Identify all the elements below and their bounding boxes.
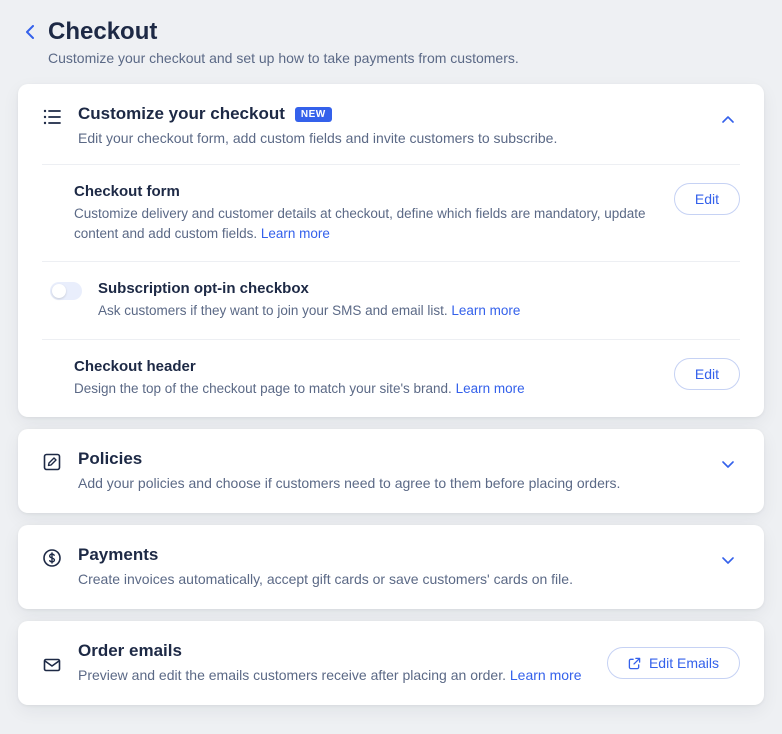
dollar-circle-icon (42, 548, 62, 568)
row-checkout-form: Checkout form Customize delivery and cus… (18, 165, 764, 261)
chevron-up-icon (716, 108, 740, 132)
card-title: Policies (78, 449, 142, 469)
edit-checkout-form-button[interactable]: Edit (674, 183, 740, 215)
page-title: Checkout (48, 18, 764, 46)
card-header-policies[interactable]: Policies Add your policies and choose if… (18, 429, 764, 513)
row-desc: Customize delivery and customer details … (74, 204, 658, 243)
row-desc: Design the top of the checkout page to m… (74, 379, 658, 399)
chevron-down-icon (716, 453, 740, 477)
learn-more-link[interactable]: Learn more (451, 303, 520, 318)
card-order-emails: Order emails Preview and edit the emails… (18, 621, 764, 705)
card-desc: Create invoices automatically, accept gi… (78, 569, 700, 589)
learn-more-link[interactable]: Learn more (510, 667, 582, 683)
row-checkout-header: Checkout header Design the top of the ch… (18, 340, 764, 417)
card-policies: Policies Add your policies and choose if… (18, 429, 764, 513)
edit-emails-button[interactable]: Edit Emails (607, 647, 740, 679)
page-header-text: Checkout Customize your checkout and set… (48, 18, 764, 66)
chevron-down-icon (716, 549, 740, 573)
row-subscription-optin: Subscription opt-in checkbox Ask custome… (18, 262, 764, 339)
learn-more-link[interactable]: Learn more (261, 226, 330, 241)
page-subtitle: Customize your checkout and set up how t… (48, 50, 764, 66)
row-title: Checkout header (74, 358, 658, 375)
checkout-settings-page: Checkout Customize your checkout and set… (0, 0, 782, 734)
edit-checkout-header-button[interactable]: Edit (674, 358, 740, 390)
learn-more-link[interactable]: Learn more (456, 381, 525, 396)
card-header-order-emails: Order emails Preview and edit the emails… (18, 621, 764, 705)
new-badge: NEW (295, 107, 332, 122)
row-desc: Ask customers if they want to join your … (98, 301, 740, 321)
list-icon (42, 107, 62, 127)
chevron-left-icon (26, 25, 34, 39)
card-title: Customize your checkout (78, 104, 285, 124)
card-payments: Payments Create invoices automatically, … (18, 525, 764, 609)
mail-icon (42, 655, 62, 675)
subscription-toggle[interactable] (50, 282, 82, 300)
card-desc: Edit your checkout form, add custom fiel… (78, 128, 700, 148)
card-customize-checkout: Customize your checkout NEW Edit your ch… (18, 84, 764, 417)
row-title: Checkout form (74, 183, 658, 200)
card-header-payments[interactable]: Payments Create invoices automatically, … (18, 525, 764, 609)
page-header: Checkout Customize your checkout and set… (18, 18, 764, 66)
row-title: Subscription opt-in checkbox (98, 280, 740, 297)
card-header-customize[interactable]: Customize your checkout NEW Edit your ch… (18, 84, 764, 164)
card-title: Order emails (78, 641, 182, 661)
back-button[interactable] (18, 20, 42, 44)
edit-note-icon (42, 452, 62, 472)
card-desc: Preview and edit the emails customers re… (78, 665, 591, 685)
external-link-icon (628, 657, 641, 670)
card-desc: Add your policies and choose if customer… (78, 473, 700, 493)
card-title: Payments (78, 545, 158, 565)
